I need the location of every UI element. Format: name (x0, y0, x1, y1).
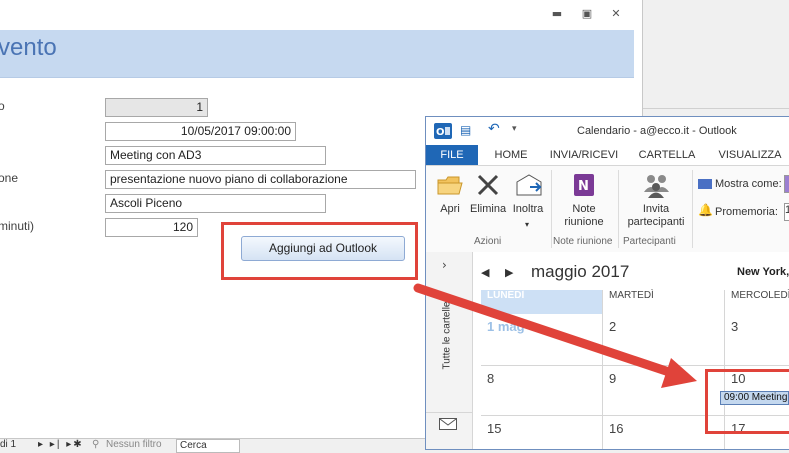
red-arrow-icon (413, 283, 697, 388)
